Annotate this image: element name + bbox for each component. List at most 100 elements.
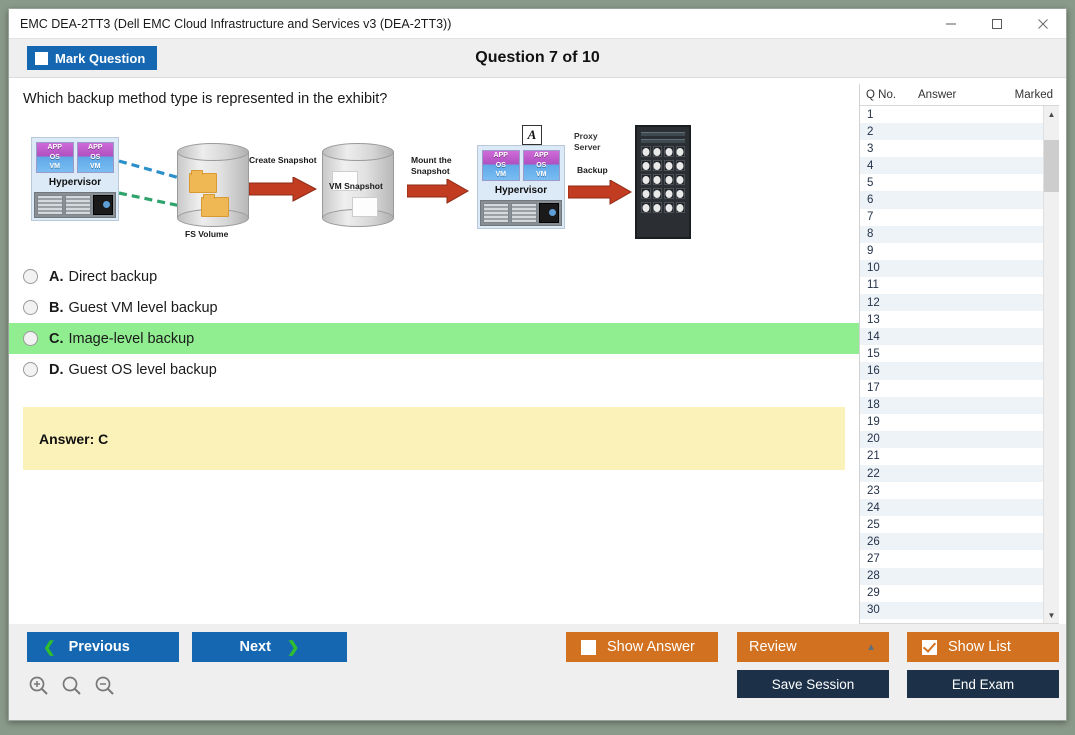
close-icon[interactable] xyxy=(1020,9,1066,39)
option-c[interactable]: C. Image-level backup xyxy=(9,323,859,354)
question-list-row[interactable]: 20 xyxy=(860,431,1043,448)
zoom-controls xyxy=(27,674,117,698)
footer-bar: ❮ Previous Next ❯ Show Answer Review ▲ S… xyxy=(9,624,1066,720)
question-list-row[interactable]: 23 xyxy=(860,482,1043,499)
question-list-row[interactable]: 4 xyxy=(860,157,1043,174)
radio-icon[interactable] xyxy=(23,300,38,315)
show-answer-button[interactable]: Show Answer xyxy=(566,632,718,662)
next-label: Next xyxy=(239,639,270,655)
question-list-row[interactable]: 7 xyxy=(860,209,1043,226)
question-list-row[interactable]: 9 xyxy=(860,243,1043,260)
scrollbar-thumb[interactable] xyxy=(1044,140,1060,192)
question-list-row[interactable]: 8 xyxy=(860,226,1043,243)
option-letter: B. xyxy=(49,300,64,316)
exhibit-proxy-hypervisor-host: APP OS VM APP OS VM Hypervisor xyxy=(477,145,565,229)
mark-question-checkbox[interactable] xyxy=(35,52,48,65)
question-list-row[interactable]: 26 xyxy=(860,533,1043,550)
question-list-row[interactable]: 13 xyxy=(860,311,1043,328)
question-number: 6 xyxy=(860,194,918,206)
review-dropdown[interactable]: Review ▲ xyxy=(737,632,889,662)
question-list-row[interactable]: 28 xyxy=(860,568,1043,585)
question-number: 22 xyxy=(860,468,918,480)
scroll-up-icon[interactable]: ▲ xyxy=(1044,106,1060,122)
question-list-row[interactable]: 5 xyxy=(860,174,1043,191)
vm-os-label: OS xyxy=(78,153,114,163)
snapshot-file-box xyxy=(352,197,378,217)
column-header-q-no: Q No. xyxy=(860,89,918,101)
option-a[interactable]: A. Direct backup xyxy=(9,261,859,292)
radio-icon[interactable] xyxy=(23,331,38,346)
question-list-row[interactable]: 1 xyxy=(860,106,1043,123)
save-session-button[interactable]: Save Session xyxy=(737,670,889,698)
question-list-row[interactable]: 15 xyxy=(860,345,1043,362)
question-list-scroll: 1234567891011121314151617181920212223242… xyxy=(860,106,1059,624)
previous-label: Previous xyxy=(69,639,130,655)
question-list-row[interactable]: 27 xyxy=(860,550,1043,567)
previous-button[interactable]: ❮ Previous xyxy=(27,632,179,662)
show-answer-checkbox[interactable] xyxy=(581,640,596,655)
exhibit-source-hypervisor-host: APP OS VM APP OS VM Hypervisor xyxy=(31,137,119,221)
question-list-row[interactable]: 6 xyxy=(860,191,1043,208)
mount-snapshot-label-line1: Mount the xyxy=(411,155,452,165)
next-button[interactable]: Next ❯ xyxy=(192,632,347,662)
physical-server-icon xyxy=(34,192,116,218)
question-list-row[interactable]: 29 xyxy=(860,585,1043,602)
question-number: 19 xyxy=(860,416,918,428)
question-list-row[interactable]: 21 xyxy=(860,448,1043,465)
question-list-row[interactable]: 25 xyxy=(860,516,1043,533)
zoom-reset-icon[interactable] xyxy=(60,674,84,698)
radio-icon[interactable] xyxy=(23,362,38,377)
zoom-out-icon[interactable] xyxy=(93,674,117,698)
vm-vm-label: VM xyxy=(483,170,519,180)
question-list-row[interactable]: 22 xyxy=(860,465,1043,482)
show-list-button[interactable]: Show List xyxy=(907,632,1059,662)
vm-app-label: APP xyxy=(524,151,560,161)
question-list-row[interactable]: 18 xyxy=(860,397,1043,414)
question-list-row[interactable]: 24 xyxy=(860,499,1043,516)
scroll-down-icon[interactable]: ▼ xyxy=(1044,607,1060,623)
question-number: 11 xyxy=(860,279,918,291)
vm-app-label: APP xyxy=(78,143,114,153)
content-area: Which backup method type is represented … xyxy=(9,77,1066,624)
option-letter: A. xyxy=(49,269,64,285)
save-session-label: Save Session xyxy=(772,677,855,692)
minimize-icon[interactable] xyxy=(928,9,974,39)
show-list-label: Show List xyxy=(948,639,1011,655)
question-list-row[interactable]: 2 xyxy=(860,123,1043,140)
option-b[interactable]: B. Guest VM level backup xyxy=(9,292,859,323)
question-number: 18 xyxy=(860,399,918,411)
question-number: 23 xyxy=(860,485,918,497)
show-list-checkbox[interactable] xyxy=(922,640,937,655)
zoom-in-icon[interactable] xyxy=(27,674,51,698)
vm-snapshot-label: VM Snapshot xyxy=(329,181,383,191)
mount-snapshot-label-line2: Snapshot xyxy=(411,166,450,176)
option-d[interactable]: D. Guest OS level backup xyxy=(9,354,859,385)
fs-volume-label: FS Volume xyxy=(185,229,228,239)
mount-snapshot-arrow xyxy=(407,179,469,205)
window-title: EMC DEA-2TT3 (Dell EMC Cloud Infrastruct… xyxy=(9,17,451,31)
mark-question-button[interactable]: Mark Question xyxy=(27,46,157,70)
exhibit-diagram[interactable]: APP OS VM APP OS VM Hypervisor xyxy=(19,117,709,247)
backup-arrow xyxy=(568,180,632,206)
question-number: 20 xyxy=(860,433,918,445)
question-list-row[interactable]: 17 xyxy=(860,380,1043,397)
question-number: 15 xyxy=(860,348,918,360)
scrollbar-track[interactable] xyxy=(1044,122,1060,607)
question-text: Which backup method type is represented … xyxy=(9,78,859,107)
question-list-row[interactable]: 14 xyxy=(860,328,1043,345)
question-list-scrollbar[interactable]: ▲ ▼ xyxy=(1043,106,1059,623)
question-number: 21 xyxy=(860,450,918,462)
question-list-row[interactable]: 12 xyxy=(860,294,1043,311)
question-list-row[interactable]: 19 xyxy=(860,414,1043,431)
question-list-row[interactable]: 30 xyxy=(860,602,1043,619)
question-number: 7 xyxy=(860,211,918,223)
question-list-row[interactable]: 11 xyxy=(860,277,1043,294)
question-list-row[interactable]: 3 xyxy=(860,140,1043,157)
radio-icon[interactable] xyxy=(23,269,38,284)
question-list-row[interactable]: 16 xyxy=(860,362,1043,379)
end-exam-button[interactable]: End Exam xyxy=(907,670,1059,698)
question-list-row[interactable]: 10 xyxy=(860,260,1043,277)
maximize-icon[interactable] xyxy=(974,9,1020,39)
show-answer-label: Show Answer xyxy=(607,639,695,655)
question-number: 30 xyxy=(860,604,918,616)
